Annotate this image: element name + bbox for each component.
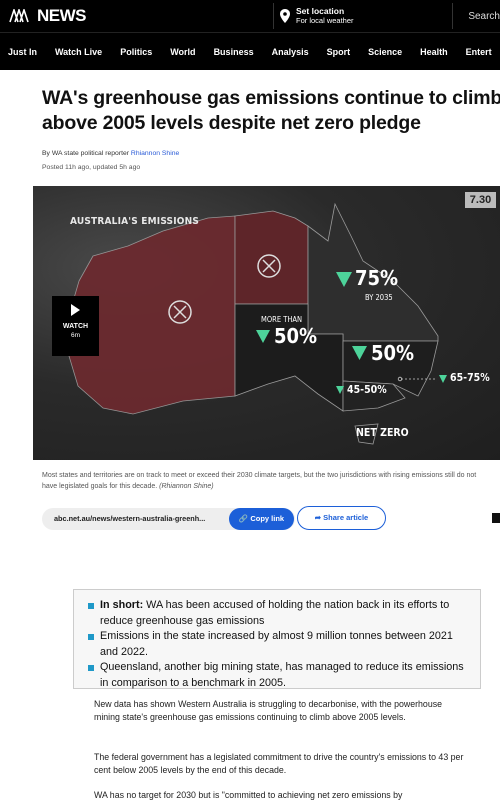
share-arrow-icon: ➦ bbox=[315, 513, 321, 522]
nt-sub: BY 2035 bbox=[365, 293, 393, 302]
in-short-box: In short: WA has been accused of holding… bbox=[73, 589, 481, 689]
map-nt bbox=[235, 211, 308, 304]
730-logo: 7.30 bbox=[465, 192, 496, 208]
byline-prefix: By WA state political reporter bbox=[42, 150, 131, 157]
caption-credit: (Rhiannon Shine) bbox=[159, 483, 213, 490]
net-zero-label: NET ZERO bbox=[356, 427, 409, 439]
act-value: 65-75% bbox=[450, 372, 490, 384]
set-location-button[interactable]: Set location For local weather bbox=[273, 3, 354, 29]
nav-item-sport[interactable]: Sport bbox=[327, 47, 351, 57]
nav-item-just-in[interactable]: Just In bbox=[8, 47, 37, 57]
image-caption: Most states and territories are on track… bbox=[42, 470, 482, 492]
location-subtitle: For local weather bbox=[296, 16, 354, 26]
caption-text: Most states and territories are on track… bbox=[42, 472, 476, 490]
nav-item-entert[interactable]: Entert bbox=[466, 47, 492, 57]
location-pin-icon bbox=[280, 9, 290, 23]
watch-duration: 6m bbox=[52, 332, 99, 339]
nsw-value: 50% bbox=[371, 341, 414, 365]
body-paragraph-3: WA has no target for 2030 but is "commit… bbox=[94, 789, 464, 802]
nav-item-watch-live[interactable]: Watch Live bbox=[55, 47, 102, 57]
in-short-item-1: In short: WA has been accused of holding… bbox=[100, 598, 470, 629]
copy-link-button[interactable]: 🔗 Copy link bbox=[229, 508, 294, 530]
in-short-lead: In short: bbox=[100, 599, 143, 611]
top-bar: NEWS Set location For local weather Sear… bbox=[0, 0, 500, 32]
in-short-item-3: Queensland, another big mining state, ha… bbox=[100, 660, 470, 691]
article-headline: WA's greenhouse gas emissions continue t… bbox=[42, 86, 500, 136]
location-title: Set location bbox=[296, 6, 354, 16]
nav-item-business[interactable]: Business bbox=[214, 47, 254, 57]
share-article-button[interactable]: ➦ Share article bbox=[297, 506, 386, 530]
nt-value: 75% bbox=[355, 266, 398, 290]
nav-item-analysis[interactable]: Analysis bbox=[272, 47, 309, 57]
print-icon[interactable] bbox=[492, 513, 500, 523]
body-paragraph-1: New data has shown Western Australia is … bbox=[94, 698, 464, 724]
watch-label: WATCH bbox=[52, 323, 99, 330]
search-button[interactable]: Search bbox=[452, 3, 500, 29]
search-label: Search bbox=[468, 11, 500, 22]
body-paragraph-2: The federal government has a legislated … bbox=[94, 751, 464, 777]
logo-text: NEWS bbox=[37, 6, 86, 26]
link-icon: 🔗 bbox=[239, 514, 248, 523]
share-label: Share article bbox=[323, 513, 368, 522]
watch-button[interactable]: WATCH 6m bbox=[52, 296, 99, 356]
bullet-marker bbox=[88, 603, 94, 609]
nav-item-politics[interactable]: Politics bbox=[120, 47, 152, 57]
nav-item-health[interactable]: Health bbox=[420, 47, 448, 57]
copy-link-label: Copy link bbox=[250, 514, 284, 523]
bullet-marker bbox=[88, 665, 94, 671]
abc-logo[interactable]: NEWS bbox=[9, 6, 86, 26]
play-icon bbox=[71, 304, 80, 316]
author-link[interactable]: Rhiannon Shine bbox=[131, 150, 179, 157]
byline: By WA state political reporter Rhiannon … bbox=[42, 150, 179, 157]
nav-item-science[interactable]: Science bbox=[368, 47, 402, 57]
vic-value: 45-50% bbox=[347, 384, 387, 396]
hero-video[interactable]: 7.30 AUSTRALIA'S EMISSIONS WATCH 6m 75% … bbox=[33, 186, 500, 460]
hero-title: AUSTRALIA'S EMISSIONS bbox=[70, 216, 199, 227]
sa-prefix: MORE THAN bbox=[261, 315, 302, 324]
act-arrow-icon bbox=[439, 375, 447, 383]
abc-logo-icon bbox=[9, 9, 35, 23]
posted-time: Posted 11h ago, updated 5h ago bbox=[42, 164, 140, 171]
in-short-text-1: WA has been accused of holding the natio… bbox=[100, 599, 449, 627]
nav-item-world[interactable]: World bbox=[170, 47, 195, 57]
in-short-item-2: Emissions in the state increased by almo… bbox=[100, 629, 470, 660]
sa-value: 50% bbox=[274, 324, 317, 348]
main-nav: Just In Watch Live Politics World Business An… bbox=[0, 32, 500, 70]
bullet-marker bbox=[88, 634, 94, 640]
